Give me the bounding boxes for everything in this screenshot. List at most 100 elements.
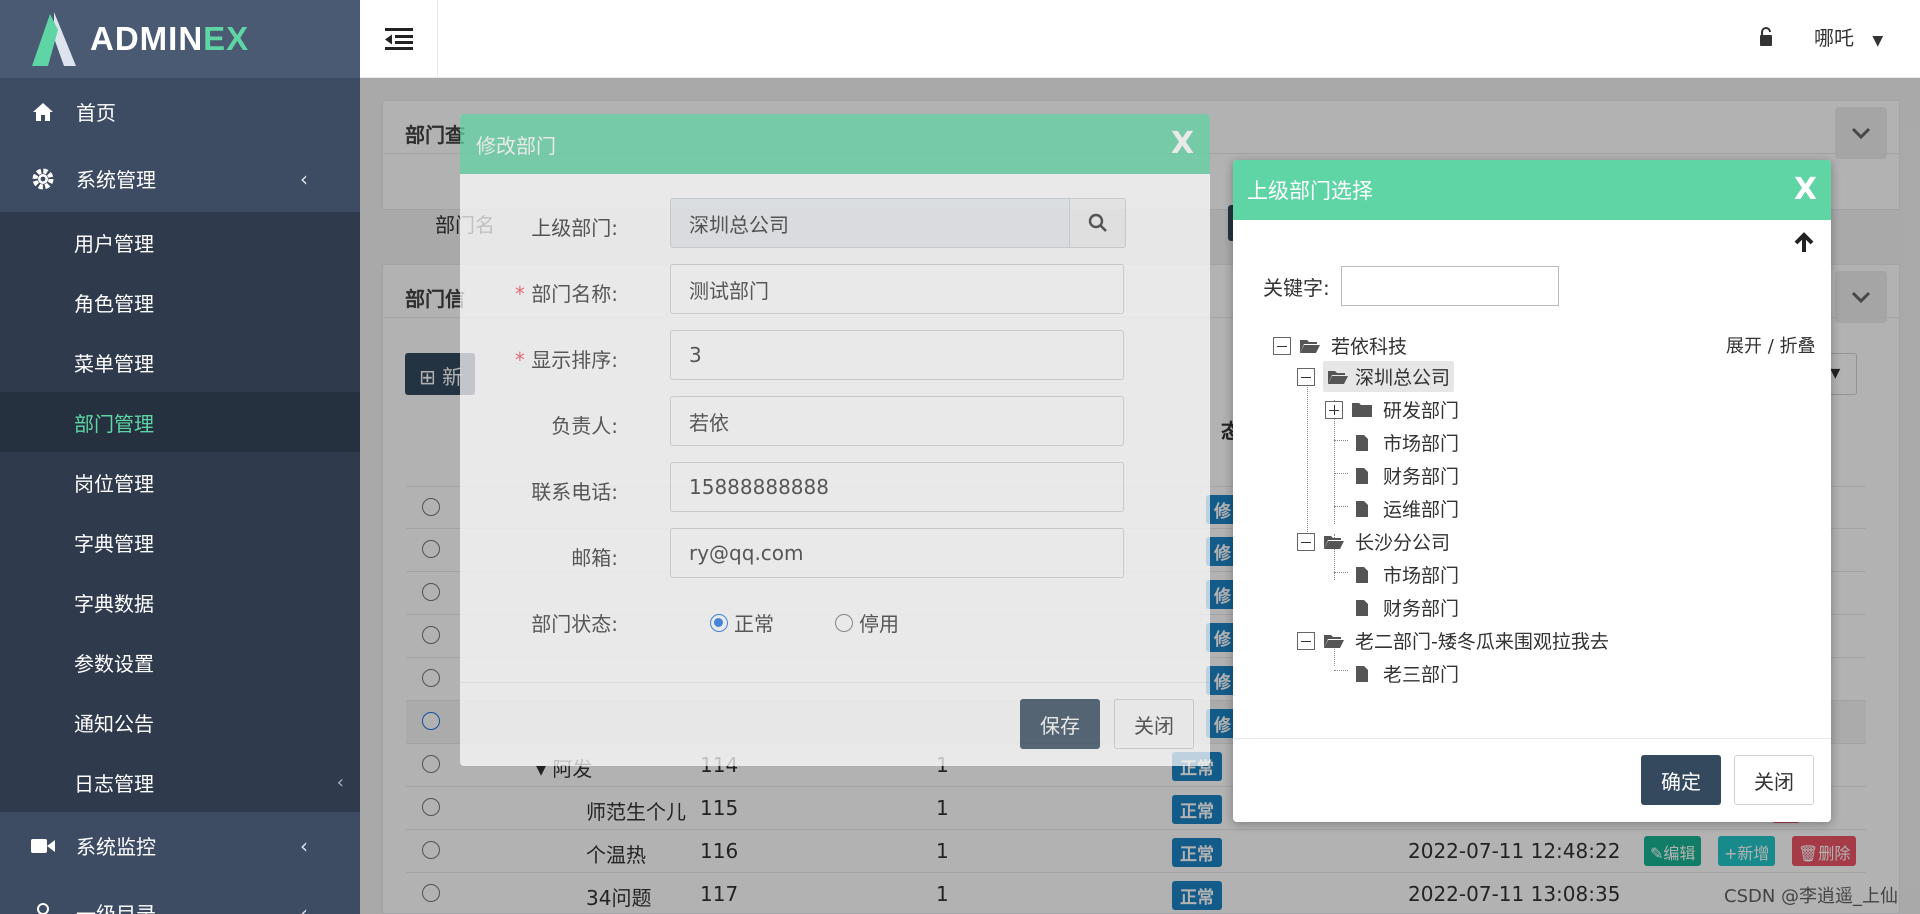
tree-node-label: 市场部门 bbox=[1383, 433, 1460, 455]
dept-name-input[interactable]: 测试部门 bbox=[670, 264, 1124, 314]
sidebar-item-log[interactable]: 日志管理 ‹ bbox=[0, 752, 360, 812]
sidebar-toggle-button[interactable] bbox=[360, 0, 438, 78]
collapse-toggle-icon[interactable] bbox=[1297, 532, 1315, 551]
sidebar-item-label: 用户管理 bbox=[74, 231, 154, 256]
nav-system-monitor-label: 系统监控 bbox=[76, 835, 156, 859]
tree-node-root[interactable]: 若依科技 bbox=[1273, 330, 1411, 361]
folder-icon bbox=[1352, 402, 1372, 417]
sidebar-item-dict[interactable]: 字典管理 bbox=[0, 512, 360, 572]
collapse-toggle-icon[interactable] bbox=[1297, 367, 1315, 386]
brand-name: ADMINEX bbox=[90, 20, 250, 57]
sidebar-item-dept[interactable]: 部门管理 bbox=[0, 392, 360, 452]
sidebar: ADMINEX 首页 系统管理 ‹ 用户管理 角色管理 菜单管理 部门管理 岗位… bbox=[0, 0, 360, 914]
button-label: 确定 bbox=[1661, 769, 1701, 794]
chevron-left-icon: ‹ bbox=[300, 166, 308, 191]
nav-system-management[interactable]: 系统管理 ‹ bbox=[0, 145, 360, 212]
field-label: 负责人: bbox=[551, 414, 618, 438]
field-label: * 部门名称: bbox=[514, 282, 618, 306]
parent-dept-input[interactable]: 深圳总公司 bbox=[670, 198, 1070, 248]
file-icon bbox=[1356, 500, 1368, 517]
tree-node-label: 研发部门 bbox=[1383, 400, 1460, 422]
confirm-button[interactable]: 确定 bbox=[1641, 755, 1721, 805]
sidebar-item-label: 部门管理 bbox=[74, 411, 154, 436]
expand-toggle-icon[interactable] bbox=[1325, 400, 1343, 419]
sidebar-item-label: 日志管理 bbox=[74, 771, 154, 796]
status-normal-radio[interactable]: 正常 bbox=[710, 608, 774, 637]
tree-node-finance1[interactable]: 财务部门 bbox=[1351, 460, 1463, 491]
brand-logo[interactable]: ADMINEX bbox=[0, 0, 360, 78]
modal-footer: 保存 关闭 bbox=[460, 682, 1210, 766]
tree-node-label: 长沙分公司 bbox=[1355, 532, 1451, 554]
logo-icon bbox=[28, 8, 80, 70]
sidebar-item-role[interactable]: 角色管理 bbox=[0, 272, 360, 332]
parent-dept-select-modal: 上级部门选择 X 关键字: 展开 / 折叠 若依科技 深圳总公司 研发部门 市场… bbox=[1233, 160, 1831, 822]
tree-node-label: 运维部门 bbox=[1383, 499, 1460, 521]
close-button[interactable]: 关闭 bbox=[1114, 699, 1194, 749]
leader-row: 负责人: 若依 bbox=[460, 396, 1210, 448]
tree-node-label: 市场部门 bbox=[1383, 565, 1460, 587]
modal-header: 上级部门选择 X bbox=[1233, 160, 1831, 220]
parent-dept-search-button[interactable] bbox=[1070, 198, 1126, 248]
close-icon[interactable]: X bbox=[1794, 172, 1817, 207]
modal-title: 修改部门 bbox=[476, 133, 556, 158]
input-value: 3 bbox=[689, 343, 702, 367]
collapse-toggle-icon[interactable] bbox=[1273, 336, 1291, 355]
tree-node-finance2[interactable]: 财务部门 bbox=[1351, 592, 1463, 623]
close-button[interactable]: 关闭 bbox=[1734, 755, 1814, 805]
status-disabled-radio[interactable]: 停用 bbox=[835, 608, 899, 637]
tree-node-laosan[interactable]: 老三部门 bbox=[1351, 658, 1463, 689]
field-label: 部门状态: bbox=[531, 612, 618, 636]
sidebar-item-menu[interactable]: 菜单管理 bbox=[0, 332, 360, 392]
parent-dept-row: 上级部门: 深圳总公司 bbox=[460, 198, 1210, 250]
radio-label: 正常 bbox=[734, 612, 774, 636]
button-label: 保存 bbox=[1040, 713, 1080, 738]
sidebar-item-notice[interactable]: 通知公告 bbox=[0, 692, 360, 752]
arrow-up-icon[interactable] bbox=[1793, 232, 1815, 259]
tree-node-market1[interactable]: 市场部门 bbox=[1351, 427, 1463, 458]
expand-collapse-link[interactable]: 展开 / 折叠 bbox=[1726, 332, 1816, 358]
sidebar-item-config[interactable]: 参数设置 bbox=[0, 632, 360, 692]
watermark: CSDN @李逍遥_上仙 bbox=[1724, 886, 1899, 907]
file-icon bbox=[1356, 665, 1368, 682]
input-value: 15888888888 bbox=[689, 475, 829, 499]
tree-node-ops[interactable]: 运维部门 bbox=[1351, 493, 1463, 524]
chevron-left-icon: ‹ bbox=[300, 833, 308, 858]
phone-row: 联系电话: 15888888888 bbox=[460, 462, 1210, 514]
tree-node-rd[interactable]: 研发部门 bbox=[1325, 394, 1463, 425]
tree-node-changsha[interactable]: 长沙分公司 bbox=[1297, 526, 1454, 557]
file-icon bbox=[1356, 467, 1368, 484]
keyword-input[interactable] bbox=[1341, 266, 1559, 306]
home-icon bbox=[30, 99, 56, 125]
video-camera-icon bbox=[30, 833, 56, 859]
folder-open-icon bbox=[1300, 339, 1320, 353]
chevron-left-icon: ‹ bbox=[300, 900, 308, 914]
button-label: 关闭 bbox=[1134, 713, 1174, 738]
nav-level1-menu[interactable]: 一级目录 ‹ bbox=[0, 879, 360, 914]
order-input[interactable]: 3 bbox=[670, 330, 1124, 380]
sidebar-item-dict-data[interactable]: 字典数据 bbox=[0, 572, 360, 632]
nav-home[interactable]: 首页 bbox=[0, 78, 360, 145]
phone-input[interactable]: 15888888888 bbox=[670, 462, 1124, 512]
nav-system-monitor[interactable]: 系统监控 ‹ bbox=[0, 812, 360, 879]
save-button[interactable]: 保存 bbox=[1020, 699, 1100, 749]
field-label: * 显示排序: bbox=[514, 348, 618, 372]
status-row: 部门状态: 正常 停用 bbox=[460, 594, 1210, 646]
tree-node-laoer[interactable]: 老二部门-矮冬瓜来围观拉我去 bbox=[1297, 625, 1613, 656]
sidebar-item-user[interactable]: 用户管理 bbox=[0, 212, 360, 272]
tree-node-market2[interactable]: 市场部门 bbox=[1351, 559, 1463, 590]
sidebar-item-label: 参数设置 bbox=[74, 651, 154, 676]
email-input[interactable]: ry@qq.com bbox=[670, 528, 1124, 578]
lock-icon[interactable] bbox=[1758, 26, 1774, 53]
user-menu-dropdown[interactable]: 哪吒 ▼ bbox=[1814, 22, 1883, 51]
collapse-toggle-icon[interactable] bbox=[1297, 631, 1315, 650]
close-icon[interactable]: X bbox=[1171, 126, 1194, 161]
sidebar-item-post[interactable]: 岗位管理 bbox=[0, 452, 360, 512]
search-icon bbox=[1088, 213, 1107, 232]
field-label: 联系电话: bbox=[531, 480, 618, 504]
sidebar-item-label: 字典数据 bbox=[74, 591, 154, 616]
leader-input[interactable]: 若依 bbox=[670, 396, 1124, 446]
tree-node-label: 老二部门-矮冬瓜来围观拉我去 bbox=[1355, 631, 1609, 653]
tree-node-shenzhen[interactable]: 深圳总公司 bbox=[1297, 361, 1455, 392]
field-label: 上级部门: bbox=[531, 216, 618, 240]
file-icon bbox=[1356, 599, 1368, 616]
